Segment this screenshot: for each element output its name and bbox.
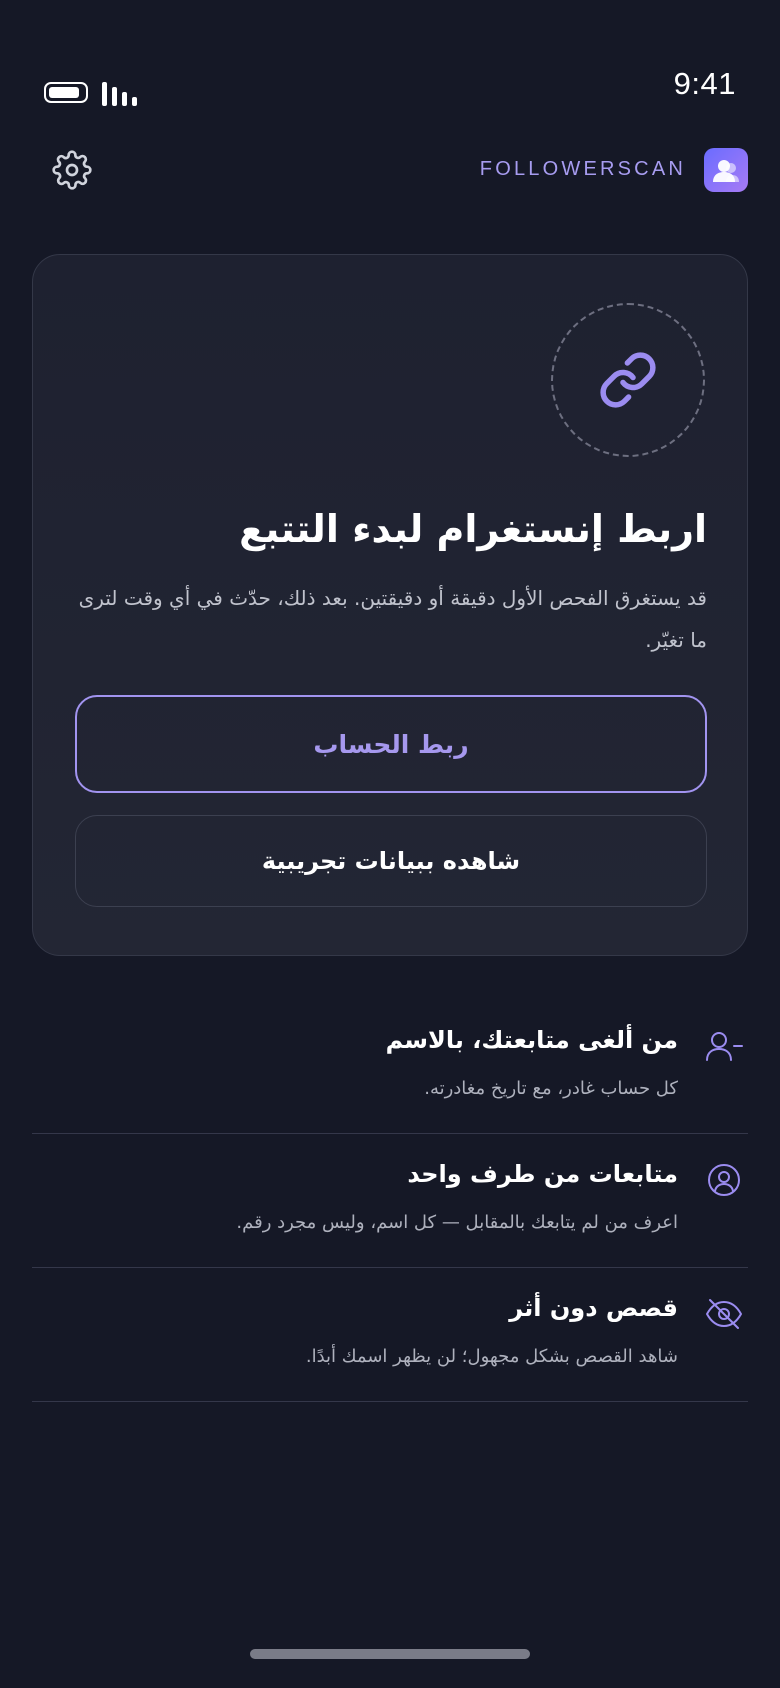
feature-title: قصص دون أثر xyxy=(509,1294,678,1322)
home-indicator[interactable] xyxy=(250,1649,530,1659)
battery-icon xyxy=(44,82,88,103)
link-icon xyxy=(600,352,656,408)
feature-item-unfollowers: من ألغى متابعتك، بالاسم كل حساب غادر، مع… xyxy=(32,1000,748,1134)
connect-card: اربط إنستغرام لبدء التتبع قد يستغرق الفح… xyxy=(32,254,748,956)
card-title: اربط إنستغرام لبدء التتبع xyxy=(239,507,707,551)
user-circle-icon xyxy=(704,1160,744,1200)
connect-account-button[interactable]: ربط الحساب xyxy=(75,695,707,793)
card-description: قد يستغرق الفحص الأول دقيقة أو دقيقتين. … xyxy=(78,586,707,652)
feature-title: من ألغى متابعتك، بالاسم xyxy=(385,1026,678,1054)
status-bar: 9:41 xyxy=(0,0,780,130)
app-header: FOLLOWERSCAN xyxy=(0,140,780,200)
status-time: 9:41 xyxy=(673,66,736,101)
brand-name: FOLLOWERSCAN xyxy=(479,158,686,180)
feature-subtitle: شاهد القصص بشكل مجهول؛ لن يظهر اسمك أبدً… xyxy=(305,1346,678,1367)
app-logo xyxy=(704,148,748,192)
feature-subtitle: اعرف من لم يتابعك بالمقابل — كل اسم، ولي… xyxy=(236,1212,678,1233)
gear-icon[interactable] xyxy=(52,150,92,190)
eye-off-icon xyxy=(704,1294,744,1334)
person-icon xyxy=(713,160,739,182)
feature-item-one-way: متابعات من طرف واحد اعرف من لم يتابعك با… xyxy=(32,1134,748,1268)
feature-title: متابعات من طرف واحد xyxy=(407,1160,678,1188)
feature-subtitle: كل حساب غادر، مع تاريخ مغادرته. xyxy=(424,1078,678,1099)
link-icon-circle xyxy=(551,303,705,457)
feature-item-stories: قصص دون أثر شاهد القصص بشكل مجهول؛ لن يظ… xyxy=(32,1268,748,1402)
signal-icon xyxy=(102,82,142,106)
user-minus-icon xyxy=(704,1026,744,1066)
demo-data-button[interactable]: شاهده ببيانات تجريبية xyxy=(75,815,707,907)
